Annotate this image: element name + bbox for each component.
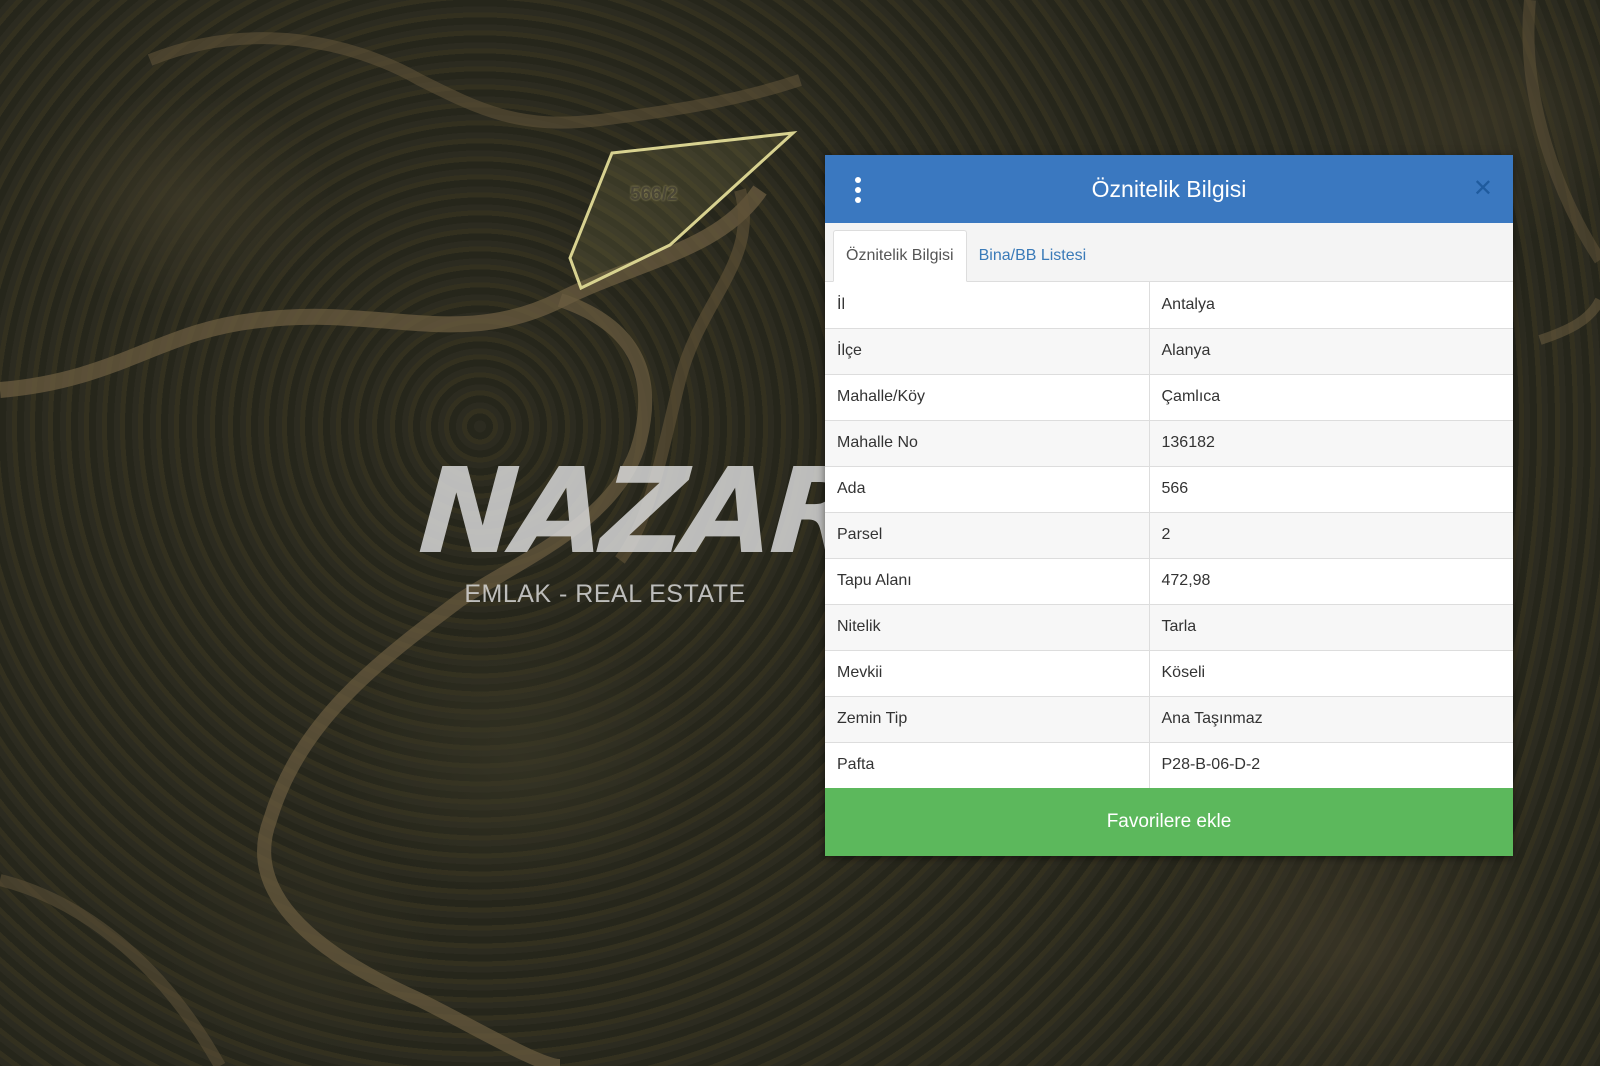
vertical-ellipsis-icon[interactable] [851,177,865,203]
table-row: Tapu Alanı 472,98 [825,557,1513,604]
row-value: 136182 [1149,419,1513,466]
tab-building-list[interactable]: Bina/BB Listesi [967,231,1099,281]
row-value: Tarla [1149,603,1513,650]
parcel-label: 566/2 [630,184,678,205]
table-row: Pafta P28-B-06-D-2 [825,741,1513,788]
tab-attribute-info[interactable]: Öznitelik Bilgisi [833,230,967,282]
row-value: Alanya [1149,327,1513,374]
table-row: Parsel 2 [825,511,1513,558]
row-value: Antalya [1161,295,1215,313]
row-key: Zemin Tip [825,695,1150,742]
dirt-road [257,293,653,1066]
row-key: Ada [825,465,1150,512]
dirt-road [147,32,802,129]
attribute-table: İl Antalya İlçe Alanya Mahalle/Köy Çamlı… [825,282,1513,788]
watermark-brand-text: NAZAR [415,442,863,580]
row-key: Tapu Alanı [825,557,1150,604]
row-value: 566 [1149,465,1513,512]
row-value: Ana Taşınmaz [1149,695,1513,742]
row-key: İl [825,282,1150,328]
dirt-road [0,874,226,1066]
dirt-road [1538,297,1600,345]
panel-header: Öznitelik Bilgisi ✕ [825,155,1513,223]
row-key: Mahalle/Köy [825,373,1150,420]
panel-title: Öznitelik Bilgisi [1091,175,1247,202]
row-key: Mahalle No [825,419,1150,466]
attribute-info-panel: Öznitelik Bilgisi ✕ Öznitelik Bilgisi Bi… [825,155,1513,856]
watermark-logo: NAZAR EMLAK - REAL ESTATE [415,442,862,609]
table-row: İl Antalya [825,282,1513,328]
parcel-outline[interactable] [568,131,798,291]
watermark-subtitle: EMLAK - REAL ESTATE [464,580,746,608]
table-row: Mahalle No 136182 [825,419,1513,466]
table-row: Mevkii Köseli [825,649,1513,696]
row-key: Nitelik [825,603,1150,650]
row-value: Çamlıca [1149,373,1513,420]
dirt-road [1522,0,1600,264]
add-to-favorites-button[interactable]: Favorilere ekle [825,788,1513,856]
row-key: Mevkii [825,649,1150,696]
table-row: İlçe Alanya [825,327,1513,374]
table-row: Mahalle/Köy Çamlıca [825,373,1513,420]
panel-tabs: Öznitelik Bilgisi Bina/BB Listesi [825,223,1513,282]
row-value: P28-B-06-D-2 [1149,741,1513,788]
row-value: Köseli [1149,649,1513,696]
row-value: 472,98 [1149,557,1513,604]
row-value: 2 [1149,511,1513,558]
close-icon[interactable]: ✕ [1473,177,1493,201]
row-key: Pafta [825,741,1150,788]
table-row: Nitelik Tarla [825,603,1513,650]
row-key: Parsel [825,511,1150,558]
table-row: Ada 566 [825,465,1513,512]
row-key: İlçe [825,327,1150,374]
table-row: Zemin Tip Ana Taşınmaz [825,695,1513,742]
